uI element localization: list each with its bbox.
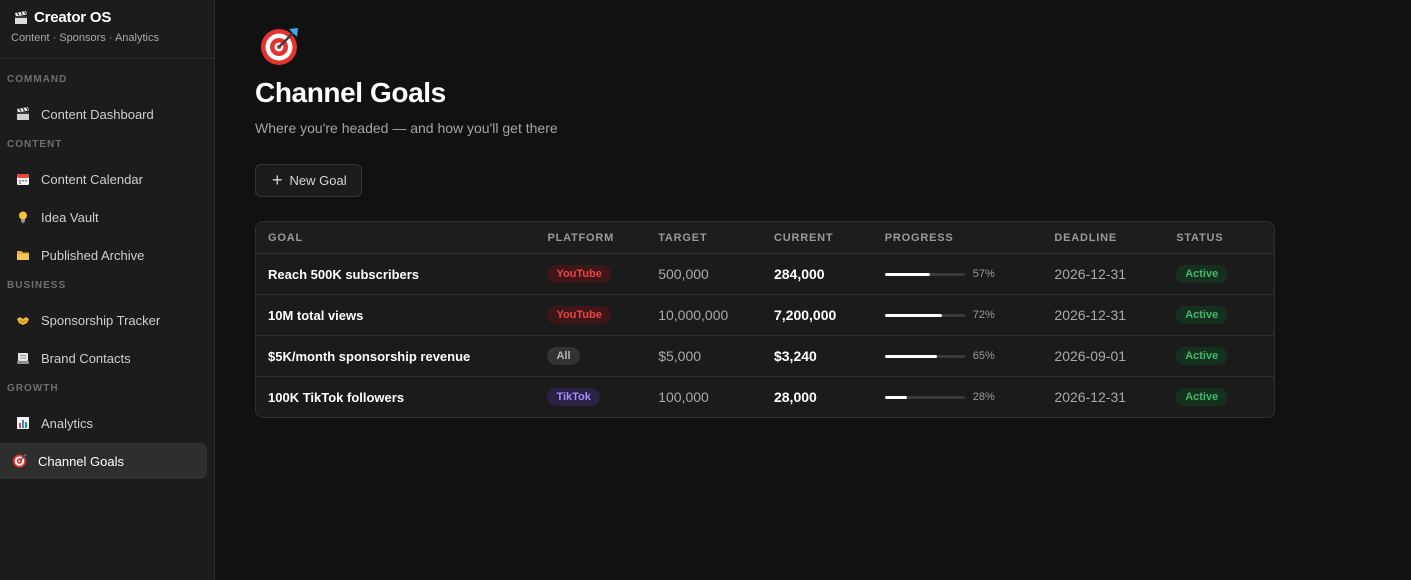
sidebar-item-sponsorship-tracker[interactable]: Sponsorship Tracker [0, 302, 207, 338]
col-header-goal[interactable]: GOAL [256, 232, 547, 244]
brand: Creator OS Content · Sponsors · Analytic… [0, 0, 214, 59]
sidebar-item-label: Content Dashboard [41, 106, 154, 122]
goal-name: Reach 500K subscribers [268, 266, 420, 282]
section-label-growth: GROWTH [7, 383, 59, 394]
target-value: 100,000 [658, 389, 709, 405]
progress-bar-fill [884, 313, 943, 317]
target-value: 500,000 [658, 266, 709, 282]
clapper-icon [13, 10, 28, 25]
section-label-content: CONTENT [7, 139, 63, 150]
table-header: GOAL PLATFORM TARGET CURRENT PROGRESS DE… [256, 222, 1274, 253]
target-value: 10,000,000 [658, 307, 729, 323]
folder-icon [15, 248, 30, 263]
progress-bar [884, 272, 965, 276]
brand-subtitle: Content · Sponsors · Analytics [11, 32, 159, 44]
progress-cell: 65% [884, 350, 1055, 362]
table-row[interactable]: $5K/month sponsorship revenue All $5,000… [256, 335, 1274, 376]
progress-percent: 65% [972, 350, 995, 362]
current-value: 284,000 [773, 266, 825, 282]
progress-bar [884, 354, 965, 358]
section-label-command: COMMAND [7, 74, 68, 85]
goal-name: 10M total views [268, 307, 364, 323]
new-goal-button[interactable]: + New Goal [255, 164, 362, 197]
target-value: $5,000 [658, 348, 702, 364]
progress-bar-fill [884, 395, 908, 399]
rolodex-icon [15, 351, 30, 366]
sidebar-item-brand-contacts[interactable]: Brand Contacts [0, 340, 207, 376]
table-row[interactable]: Reach 500K subscribers YouTube 500,000 2… [256, 253, 1274, 294]
lightbulb-icon [15, 210, 30, 225]
page-title: Channel Goals [255, 77, 446, 108]
sidebar-item-content-calendar[interactable]: Content Calendar [0, 161, 207, 197]
current-value: 7,200,000 [773, 307, 837, 323]
col-header-progress[interactable]: PROGRESS [885, 232, 1055, 244]
new-goal-label: New Goal [289, 173, 347, 188]
progress-bar-fill [884, 354, 937, 358]
sidebar-item-label: Brand Contacts [41, 350, 131, 366]
brand-title-row: Creator OS [13, 9, 203, 26]
goal-name: $5K/month sponsorship revenue [268, 348, 471, 364]
progress-cell: 72% [884, 309, 1055, 321]
progress-bar [884, 313, 965, 317]
sidebar-item-published-archive[interactable]: Published Archive [0, 237, 207, 273]
table-row[interactable]: 10M total views YouTube 10,000,000 7,200… [256, 294, 1274, 335]
sidebar-item-label: Channel Goals [38, 453, 124, 469]
target-icon [259, 25, 303, 67]
table-row[interactable]: 100K TikTok followers TikTok 100,000 28,… [256, 376, 1274, 417]
progress-percent: 72% [972, 309, 995, 321]
sidebar-item-label: Published Archive [41, 247, 145, 263]
deadline-value: 2026-12-31 [1054, 307, 1127, 323]
platform-badge: YouTube [547, 265, 611, 283]
app-root: Creator OS Content · Sponsors · Analytic… [0, 0, 1411, 580]
sidebar-item-label: Sponsorship Tracker [41, 312, 161, 328]
plus-icon: + [272, 169, 283, 190]
bar-chart-icon [15, 416, 30, 431]
progress-bar [884, 395, 965, 399]
calendar-icon [15, 172, 30, 187]
col-header-target[interactable]: TARGET [658, 232, 774, 244]
progress-cell: 57% [884, 268, 1055, 280]
sidebar-item-idea-vault[interactable]: Idea Vault [0, 199, 207, 235]
sidebar-item-label: Analytics [41, 415, 94, 431]
sidebar-item-content-dashboard[interactable]: Content Dashboard [0, 96, 207, 132]
platform-badge: All [547, 347, 580, 365]
progress-percent: 28% [972, 391, 995, 403]
col-header-current[interactable]: CURRENT [774, 232, 885, 244]
progress-bar-fill [884, 272, 931, 276]
goal-name: 100K TikTok followers [268, 389, 405, 405]
sidebar-item-label: Idea Vault [41, 209, 99, 225]
platform-badge: YouTube [547, 306, 611, 324]
status-badge: Active [1176, 265, 1228, 283]
handshake-icon [15, 313, 30, 328]
sidebar-item-channel-goals[interactable]: Channel Goals [0, 443, 207, 479]
col-header-platform[interactable]: PLATFORM [547, 232, 658, 244]
section-label-business: BUSINESS [7, 280, 67, 291]
sidebar: Creator OS Content · Sponsors · Analytic… [0, 0, 215, 580]
goals-table: GOAL PLATFORM TARGET CURRENT PROGRESS DE… [255, 221, 1275, 418]
progress-cell: 28% [884, 391, 1055, 403]
status-badge: Active [1176, 306, 1228, 324]
deadline-value: 2026-09-01 [1054, 348, 1127, 364]
deadline-value: 2026-12-31 [1054, 266, 1127, 282]
sidebar-nav: COMMAND Content Dashboard CONTENT Conten… [0, 59, 214, 479]
clapper-icon [15, 107, 30, 122]
page-subtitle: Where you're headed — and how you'll get… [255, 120, 558, 136]
status-badge: Active [1176, 347, 1228, 365]
current-value: $3,240 [773, 348, 817, 364]
col-header-deadline[interactable]: DEADLINE [1054, 232, 1176, 244]
col-header-status[interactable]: STATUS [1176, 232, 1274, 244]
progress-percent: 57% [972, 268, 995, 280]
target-icon [12, 454, 27, 469]
current-value: 28,000 [773, 389, 817, 405]
main-content: Channel Goals Where you're headed — and … [215, 0, 1411, 580]
platform-badge: TikTok [547, 388, 600, 406]
deadline-value: 2026-12-31 [1054, 389, 1127, 405]
sidebar-item-label: Content Calendar [41, 171, 143, 187]
sidebar-item-analytics[interactable]: Analytics [0, 405, 207, 441]
status-badge: Active [1176, 388, 1228, 406]
brand-title: Creator OS [34, 9, 112, 26]
